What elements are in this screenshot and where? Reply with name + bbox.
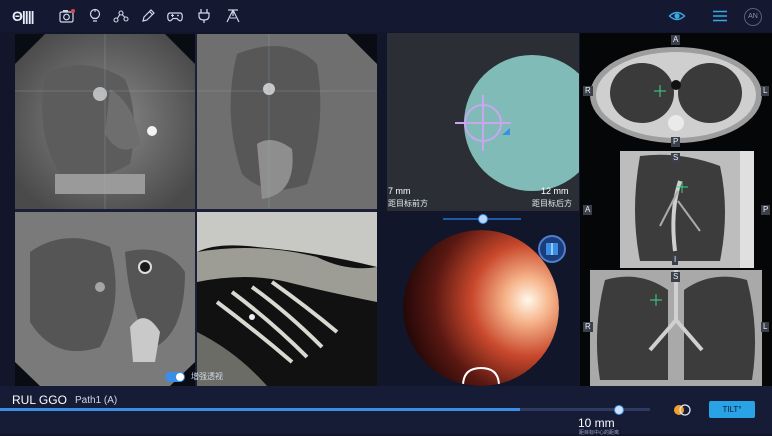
book-icon [546, 243, 558, 255]
path-progress-fill [0, 408, 520, 411]
ct-divider-horizontal [15, 209, 377, 212]
sagittal-label-top: S [671, 153, 681, 163]
menu-icon[interactable] [711, 7, 729, 25]
target-distance-value: 10 mm [578, 416, 615, 430]
pen-icon[interactable] [139, 7, 157, 25]
sagittal-label-right: P [761, 205, 771, 215]
distance-front-label: 距目标前方 [388, 199, 428, 208]
ct-3d-view[interactable] [197, 212, 377, 386]
path-id: Path1 (A) [75, 395, 118, 406]
coronal-label-left: R [583, 322, 593, 332]
path-progress-handle[interactable] [614, 405, 624, 415]
user-avatar[interactable]: AN [744, 8, 762, 26]
distance-back-value: 12 mm [541, 186, 569, 196]
target-distance-label: 距目标中心的距离 [579, 430, 620, 436]
virtual-target-view[interactable] [387, 33, 579, 211]
axial-label-top: A [671, 35, 681, 45]
app-logo: Θ|||| [12, 8, 35, 24]
eye-icon[interactable] [668, 7, 686, 25]
endoscope-view[interactable] [403, 230, 559, 386]
distance-front-value: 7 mm [388, 186, 411, 196]
tripod-icon[interactable] [224, 7, 242, 25]
ct-view-top-right[interactable] [197, 34, 377, 209]
sagittal-view[interactable] [580, 151, 772, 268]
gamepad-icon[interactable] [166, 7, 184, 25]
lightbulb-icon[interactable] [86, 7, 104, 25]
axial-view[interactable] [580, 33, 772, 149]
camera-icon[interactable] [58, 7, 76, 25]
path-target-name: RUL GGO [12, 393, 67, 407]
endoscope-book-button[interactable] [538, 235, 566, 263]
depth-slider-handle[interactable] [478, 214, 488, 224]
coronal-view[interactable] [580, 270, 772, 386]
sagittal-label-left: A [583, 205, 593, 215]
tilt-button[interactable]: TILT° [709, 401, 755, 418]
orientation-toggle-icon[interactable] [672, 403, 692, 417]
axial-label-bottom: P [671, 137, 681, 147]
enhanced-fluoro-label: 增强透视 [191, 372, 223, 381]
ct-view-top-left[interactable] [15, 34, 195, 209]
distance-back-label: 距目标后方 [532, 199, 572, 208]
axial-label-right: L [761, 86, 770, 96]
axial-label-left: R [583, 86, 593, 96]
ortho-views-panel: A R L P S A P I S R L [580, 33, 772, 386]
coronal-label-right: L [761, 322, 770, 332]
top-bar: Θ|||| AN [0, 0, 772, 32]
enhanced-fluoro-toggle[interactable] [165, 372, 185, 382]
nodes-icon[interactable] [112, 7, 130, 25]
plug-icon[interactable] [195, 7, 213, 25]
ct-view-bottom-left[interactable] [15, 212, 195, 386]
coronal-label-top: S [671, 272, 681, 282]
sagittal-label-bottom: I [672, 255, 679, 265]
